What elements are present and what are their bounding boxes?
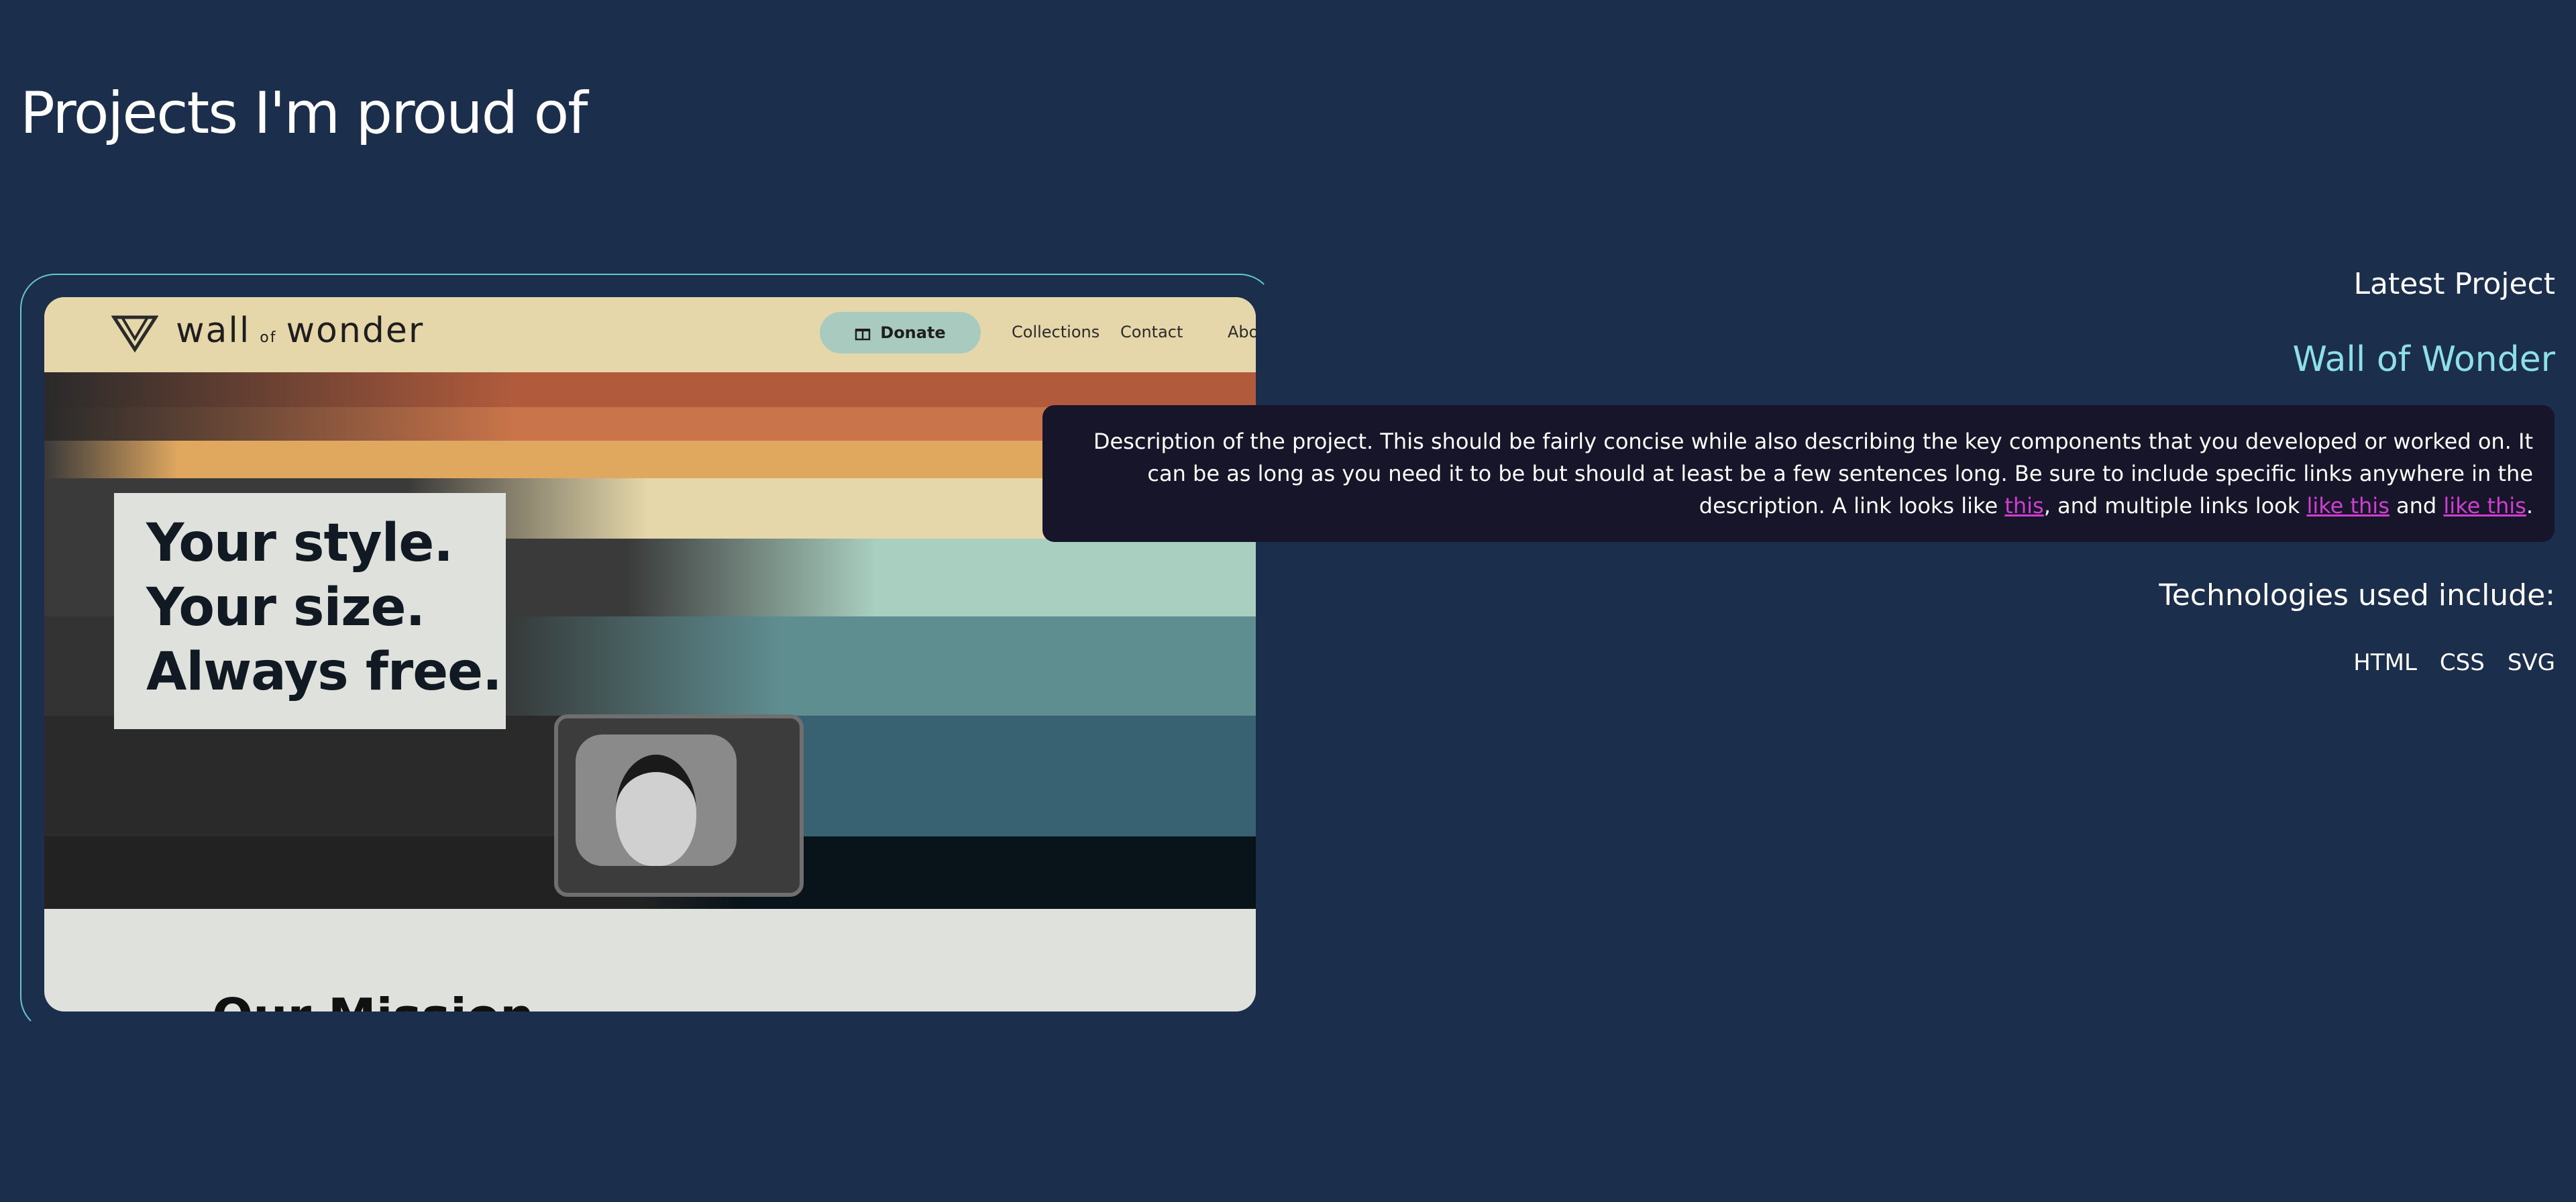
screenshot-donate-button: Donate	[820, 312, 981, 353]
television-image	[554, 714, 804, 897]
screenshot-hero-card: Your style. Your size. Always free.	[114, 493, 506, 729]
description-link[interactable]: like this	[2443, 493, 2526, 518]
screenshot-navbar: wall of wonder Donate Collections Contact …	[44, 297, 1256, 372]
technologies-label: Technologies used include:	[2159, 578, 2555, 612]
screenshot-nav-about: Abo	[1228, 323, 1256, 341]
wall-of-wonder-logo-icon	[111, 315, 158, 353]
hero-line: Always free.	[146, 642, 502, 702]
screenshot-mission-heading: Our Mission	[212, 988, 534, 1012]
technology-item: SVG	[2507, 649, 2555, 676]
technology-item: CSS	[2439, 649, 2485, 676]
page-title: Projects I'm proud of	[20, 80, 588, 147]
project-description: Description of the project. This should …	[1042, 405, 2555, 542]
screenshot-nav-collections: Collections	[1012, 323, 1100, 341]
screenshot-brand: wall of wonder	[176, 311, 425, 351]
project-screenshot[interactable]: wall of wonder Donate Collections Contact …	[44, 297, 1256, 1012]
technology-item: HTML	[2353, 649, 2417, 676]
gift-icon	[855, 329, 871, 341]
project-name: Wall of Wonder	[2292, 339, 2555, 380]
technologies-list: HTML CSS SVG	[2353, 649, 2555, 676]
portrait-image	[616, 755, 696, 866]
hero-line: Your style.	[146, 513, 453, 573]
color-stripe	[44, 372, 1256, 407]
description-link[interactable]: like this	[2306, 493, 2389, 518]
latest-project-label: Latest Project	[2353, 267, 2555, 301]
description-link[interactable]: this	[2004, 493, 2043, 518]
screenshot-nav-contact: Contact	[1120, 323, 1183, 341]
hero-line: Your size.	[146, 578, 425, 638]
